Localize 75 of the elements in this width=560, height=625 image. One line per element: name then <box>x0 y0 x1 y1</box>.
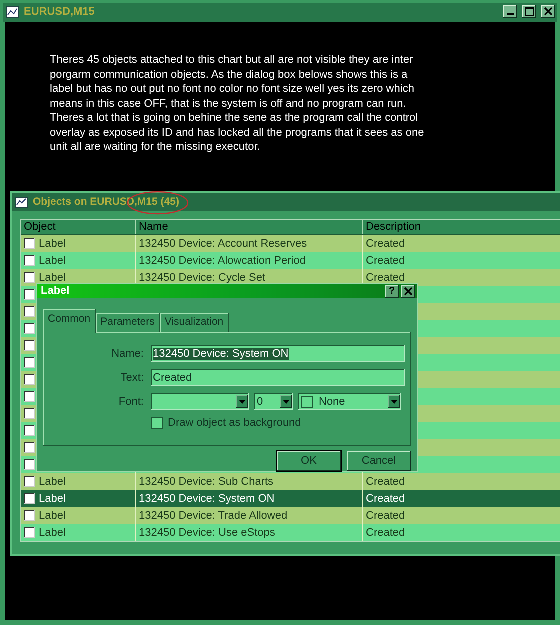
checkbox[interactable] <box>24 238 35 249</box>
name-field[interactable]: 132450 Device: System ON <box>151 345 405 362</box>
close-icon <box>544 7 552 16</box>
column-header[interactable]: Object <box>21 220 136 234</box>
chart-icon <box>15 196 28 208</box>
column-header[interactable]: Description <box>363 220 560 234</box>
object-name: 132450 Device: Trade Allowed <box>139 510 288 522</box>
checkbox[interactable] <box>24 391 35 402</box>
object-name: 132450 Device: Use eStops <box>139 526 276 538</box>
checkbox[interactable] <box>24 442 35 453</box>
object-description: Created <box>366 238 406 250</box>
cancel-button[interactable]: Cancel <box>347 451 411 471</box>
checkbox[interactable] <box>24 408 35 419</box>
object-description: Created <box>366 510 406 522</box>
object-type: Label <box>39 254 66 266</box>
window-title: EURUSD,M15 <box>24 6 96 18</box>
font-dropdown[interactable] <box>151 393 249 410</box>
text-field[interactable]: Created <box>151 369 405 386</box>
checkbox[interactable] <box>24 493 35 504</box>
dialog-title: Label <box>41 285 71 298</box>
checkbox[interactable] <box>24 323 35 334</box>
object-description: Created <box>366 492 406 504</box>
object-row[interactable]: Label 132450 Device: System ON Created <box>21 490 560 507</box>
tab[interactable]: Visualization <box>160 313 229 332</box>
object-description: Created <box>366 526 406 538</box>
close-button[interactable] <box>401 284 415 298</box>
object-row[interactable]: Label 132450 Device: Sub Charts Created <box>21 473 560 490</box>
object-description: Created <box>366 476 406 488</box>
object-type: Label <box>39 510 66 522</box>
ok-button[interactable]: OK <box>277 451 341 471</box>
checkbox[interactable] <box>24 374 35 385</box>
checkbox[interactable] <box>24 527 35 538</box>
column-header[interactable]: Name <box>136 220 363 234</box>
object-name: 132450 Device: Account Reserves <box>139 238 308 250</box>
minimize-button[interactable] <box>503 5 517 18</box>
object-description: Created <box>366 272 406 284</box>
object-description: Created <box>366 254 406 266</box>
checkbox[interactable] <box>151 417 163 430</box>
checkbox[interactable] <box>24 459 35 470</box>
checkbox[interactable] <box>24 476 35 487</box>
close-icon <box>404 286 412 296</box>
object-name: 132450 Device: System ON <box>139 492 275 504</box>
object-name: 132450 Device: Alowcation Period <box>139 254 306 266</box>
field-label: Text: <box>120 370 144 386</box>
object-type: Label <box>39 526 66 538</box>
chart-window-icon <box>6 6 19 18</box>
object-type: Label <box>39 272 66 284</box>
tab[interactable]: Parameters <box>96 313 160 332</box>
object-type: Label <box>39 476 66 488</box>
close-button[interactable] <box>541 5 555 18</box>
minimize-icon <box>506 13 514 15</box>
maximize-button[interactable] <box>522 5 536 18</box>
field-label: Font: <box>118 394 144 410</box>
object-row[interactable]: Label 132450 Device: Trade Allowed Created <box>21 507 560 524</box>
checkbox[interactable] <box>24 255 35 266</box>
object-type: Label <box>39 492 66 504</box>
checkbox[interactable] <box>24 425 35 436</box>
object-name: 132450 Device: Sub Charts <box>139 476 274 488</box>
object-type: Label <box>39 238 66 250</box>
field-label: Name: <box>110 346 144 362</box>
checkbox[interactable] <box>24 510 35 521</box>
color-dropdown[interactable]: None <box>298 393 401 410</box>
help-button[interactable]: ? <box>385 284 399 298</box>
checkbox-label: Draw object as background <box>168 417 302 430</box>
maximize-icon <box>524 7 534 16</box>
object-name: 132450 Device: Cycle Set <box>139 272 266 284</box>
size-dropdown[interactable]: 0 <box>254 393 293 410</box>
object-row[interactable]: Label 132450 Device: Account Reserves Created <box>21 235 560 252</box>
checkbox[interactable] <box>24 357 35 368</box>
tab[interactable]: Common <box>43 309 96 334</box>
checkbox[interactable] <box>24 289 35 300</box>
checkbox[interactable] <box>24 340 35 351</box>
chart-note: Theres 45 objects attached to this chart but all are not visible they are inter porgarm communication objects. As the dialog box belows shows this is a label but has no out put no font no color no font size well yes its zero which means in this case OFF, that is the system is off and no program can run. Theres a lot that is going on behine the sene as the program call the control overlay as exposed its ID and has locked all the programs that it sees as one unit all are waiting for the missing executor. <box>50 53 426 154</box>
checkbox[interactable] <box>24 272 35 283</box>
checkbox[interactable] <box>24 306 35 317</box>
